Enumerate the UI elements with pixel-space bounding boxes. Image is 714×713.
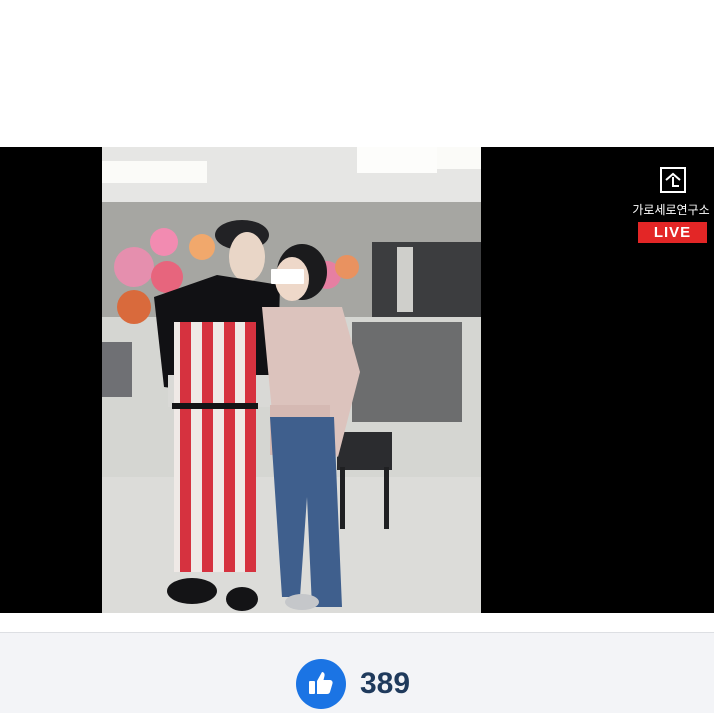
photo-scene <box>102 147 481 613</box>
page: 가로세로연구소 LIVE 389 <box>0 0 714 713</box>
live-badge: LIVE <box>638 222 707 243</box>
house-arrow-icon <box>660 167 686 193</box>
reaction-bar: 389 <box>0 632 714 713</box>
like-count: 389 <box>360 667 411 700</box>
face-blur-censor <box>271 269 304 284</box>
channel-logo: 가로세로연구소 LIVE <box>628 161 712 245</box>
video-photo <box>102 147 481 613</box>
thumbs-up-icon[interactable] <box>296 659 346 709</box>
live-video-frame[interactable]: 가로세로연구소 LIVE <box>0 147 714 613</box>
channel-name: 가로세로연구소 <box>632 203 710 217</box>
